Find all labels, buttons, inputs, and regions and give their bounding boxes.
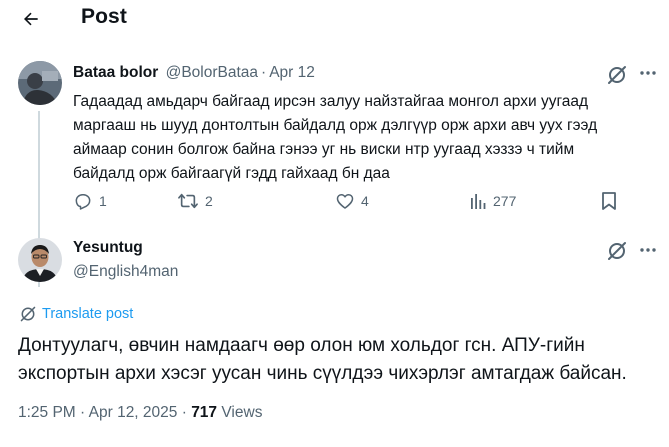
reply-count: 1 [99,193,107,209]
reply-icon [75,194,91,210]
post-text-line: экспортын архи хэсэг уусан чинь сүүлдээ … [18,363,627,384]
avatar[interactable] [18,238,62,282]
author-handle[interactable]: @English4man [73,263,178,281]
action-bar: 1 2 4 277 [73,190,633,212]
post-header: Bataa bolor @BolorBataa · Apr 12 [73,64,315,82]
like-icon [336,194,354,209]
more-icon [640,71,656,75]
post-text: Донтуулагч, өвчин намдаагч өөр олон юм х… [18,332,658,388]
separator-dot: · [261,64,267,81]
post-text-line: байдалд орж байгаагүй гэдд гайхаад бн да… [73,165,390,182]
repost-icon [178,193,198,209]
more-button[interactable] [637,239,659,261]
views-label: Views [221,404,263,421]
grok-button[interactable] [606,64,628,86]
views-icon [471,194,486,209]
translate-post-link[interactable]: Translate post [19,305,133,323]
views-count: 277 [493,193,517,209]
post-text: Гадаадад амьдарч байгаад ирсэн залуу най… [73,90,658,186]
translate-icon [20,306,36,322]
views-count: 717 [191,404,218,421]
separator-dot: · [177,404,192,421]
avatar[interactable] [18,61,62,105]
post-text-line: Гадаадад амьдарч байгаад ирсэн залуу най… [73,93,589,110]
author-name[interactable]: Bataa bolor [73,64,158,81]
repost-button[interactable]: 2 [177,190,213,212]
post-timestamp[interactable]: 1:25 PM · Apr 12, 2025 [18,404,177,421]
post-text-line: аймаар сонин болгож байна гэнээ уг нь ви… [73,141,575,158]
author-handle[interactable]: @BolorBataa [166,64,258,81]
like-count: 4 [361,193,369,209]
more-icon [640,248,656,252]
top-bar: Post [0,0,669,38]
back-arrow-icon [24,12,38,26]
post-text-line: маргааш нь шууд донтолтын байдалд орж дэ… [73,117,598,134]
translate-label: Translate post [42,306,134,322]
bookmark-icon [602,192,616,210]
like-button[interactable]: 4 [335,190,369,212]
bookmark-button[interactable] [600,190,618,212]
grok-button[interactable] [606,240,628,262]
post-date[interactable]: Apr 12 [269,64,315,81]
post-text-line: Донтуулагч, өвчин намдаагч өөр олон юм х… [18,335,585,356]
reply-button[interactable]: 1 [73,190,107,212]
repost-count: 2 [205,193,213,209]
page-title: Post [81,5,127,28]
back-button[interactable] [18,6,44,32]
grok-icon [608,66,626,84]
more-button[interactable] [637,62,659,84]
views-button[interactable]: 277 [469,190,516,212]
post-metadata: 1:25 PM · Apr 12, 2025 · 717 Views [18,404,262,422]
author-name[interactable]: Yesuntug [73,239,143,257]
grok-icon [608,242,626,260]
